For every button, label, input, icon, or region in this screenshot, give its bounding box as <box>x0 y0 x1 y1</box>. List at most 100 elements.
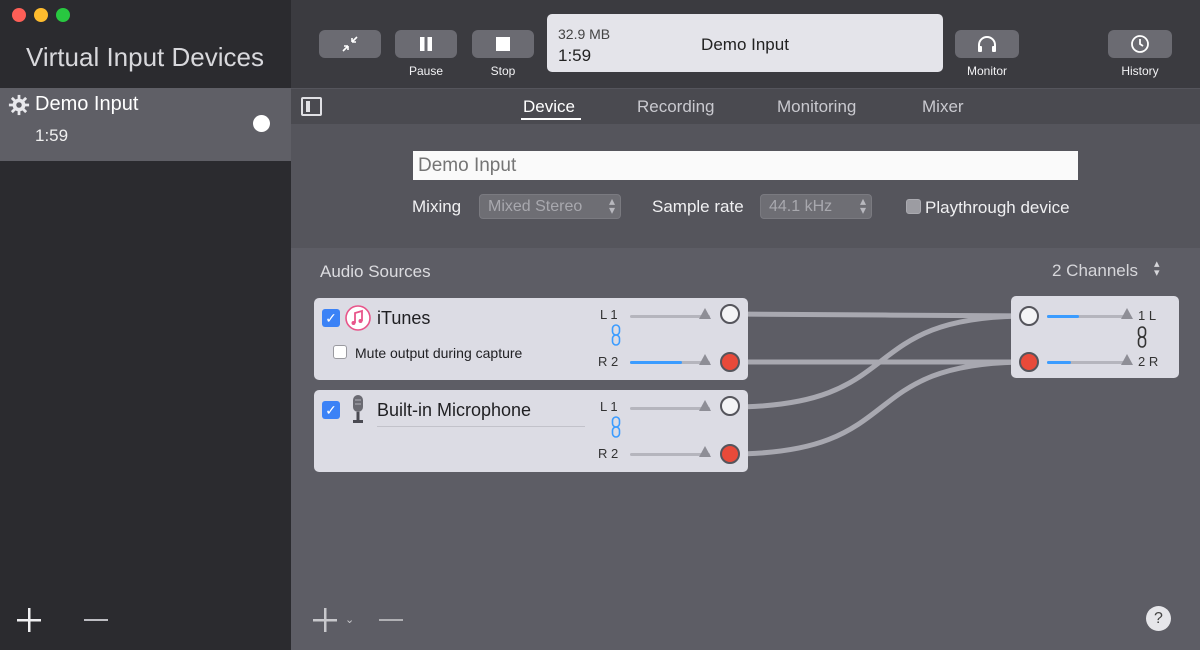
music-note-icon <box>345 305 371 331</box>
monitor-button[interactable] <box>955 30 1019 58</box>
wire-mic-l <box>730 313 1028 410</box>
input-port[interactable] <box>1019 306 1039 326</box>
sidebar-item-demo-input[interactable]: Demo Input 1:59 <box>0 88 291 161</box>
stop-icon <box>496 37 510 51</box>
device-name-input[interactable] <box>413 151 1078 180</box>
minimize-window-button[interactable] <box>34 8 48 22</box>
app-window: Virtual Input Devices Demo Input 1:59 Pa… <box>0 0 1200 650</box>
channel-label: L 1 <box>600 399 618 414</box>
volume-level <box>630 361 682 364</box>
mixing-label: Mixing <box>412 197 462 216</box>
source-microphone-checkbox[interactable]: ✓ <box>322 401 340 419</box>
volume-knob[interactable] <box>699 446 711 457</box>
link-icon[interactable] <box>611 416 621 438</box>
chevron-updown-icon: ▴ ▾ <box>608 194 615 217</box>
monitor-label: Monitor <box>966 64 1007 78</box>
chevron-down-icon[interactable]: ⌄ <box>345 613 354 626</box>
status-display: 32.9 MB 1:59 Demo Input <box>547 14 943 72</box>
add-device-button[interactable] <box>15 606 43 634</box>
close-window-button[interactable] <box>12 8 26 22</box>
audio-sources-panel: Audio Sources 2 Channels ▴ ▾ ✓ iTunes Mut… <box>291 248 1200 650</box>
chevron-updown-icon[interactable]: ▴ ▾ <box>1154 259 1160 279</box>
sample-rate-label: Sample rate <box>652 197 744 216</box>
remove-source-button[interactable] <box>377 606 405 634</box>
sidebar-item-time: 1:59 <box>35 126 69 145</box>
pause-button[interactable] <box>395 30 457 58</box>
channel-label: L 1 <box>600 307 618 322</box>
divider <box>377 426 585 427</box>
sidebar-toggle-icon[interactable] <box>301 97 322 116</box>
channel-volume-slider[interactable] <box>630 407 710 410</box>
wire-itunes-l <box>730 311 1028 319</box>
history-label: History <box>1121 64 1159 78</box>
channel-label: R 2 <box>598 446 619 461</box>
gear-icon[interactable] <box>8 94 30 116</box>
status-indicator <box>253 115 270 132</box>
tab-bar: Device Recording Monitoring Mixer <box>291 88 1200 124</box>
wire-mic-r <box>730 359 1028 457</box>
output-port[interactable] <box>720 396 740 416</box>
microphone-icon <box>353 395 363 423</box>
mixing-value: Mixed Stereo <box>488 198 583 215</box>
sidebar-item-label: Demo Input <box>35 93 139 115</box>
output-volume-slider[interactable] <box>1047 361 1131 364</box>
chevron-updown-icon: ▴ ▾ <box>859 194 866 217</box>
mute-output-label: Mute output during capture <box>355 345 523 361</box>
collapse-button[interactable] <box>319 30 381 58</box>
output-channel-label: 1 L <box>1138 308 1157 323</box>
input-port[interactable] <box>1019 352 1039 372</box>
remove-device-button[interactable] <box>82 606 110 634</box>
audio-sources-title: Audio Sources <box>320 262 431 281</box>
headphones-icon <box>978 36 996 52</box>
active-tab-indicator <box>521 118 581 120</box>
channel-volume-slider[interactable] <box>630 453 710 456</box>
display-device-name: Demo Input <box>701 35 789 54</box>
output-channel-label: 2 R <box>1138 354 1159 369</box>
output-port[interactable] <box>720 444 740 464</box>
source-itunes-name: iTunes <box>377 308 431 328</box>
add-source-button[interactable] <box>311 606 339 634</box>
channels-select[interactable]: 2 Channels <box>1052 261 1138 281</box>
stop-label: Stop <box>490 64 516 78</box>
tab-monitoring[interactable]: Monitoring <box>777 97 856 117</box>
clock-icon <box>1131 35 1149 53</box>
device-settings: Mixing Mixed Stereo ▴▾ Sample rate 44.1 … <box>291 124 1200 248</box>
pause-icon <box>420 37 432 51</box>
sample-rate-select[interactable]: 44.1 kHz ▴ ▾ <box>760 194 872 219</box>
playthrough-checkbox[interactable] <box>906 199 921 214</box>
tab-recording[interactable]: Recording <box>637 97 715 117</box>
source-itunes-checkbox[interactable]: ✓ <box>322 309 340 327</box>
source-built-in-microphone: ✓ Built-in Microphone L 1 R 2 <box>314 390 748 472</box>
history-button[interactable] <box>1108 30 1172 58</box>
sample-rate-value: 44.1 kHz <box>769 198 833 215</box>
tab-mixer[interactable]: Mixer <box>922 97 964 117</box>
playthrough-label: Playthrough device <box>925 198 1070 217</box>
channel-label: R 2 <box>598 354 619 369</box>
zoom-window-button[interactable] <box>56 8 70 22</box>
source-microphone-name: Built-in Microphone <box>377 400 532 420</box>
volume-knob[interactable] <box>699 308 711 319</box>
sidebar: Virtual Input Devices Demo Input 1:59 <box>0 0 291 650</box>
window-controls <box>12 8 70 22</box>
collapse-icon <box>342 36 358 52</box>
stop-button[interactable] <box>472 30 534 58</box>
channel-volume-slider[interactable] <box>630 315 710 318</box>
link-icon[interactable] <box>611 324 621 346</box>
mute-output-checkbox[interactable] <box>333 345 347 359</box>
help-button[interactable]: ? <box>1146 606 1171 631</box>
output-volume-slider[interactable] <box>1047 315 1131 318</box>
volume-knob[interactable] <box>699 354 711 365</box>
channel-volume-slider[interactable] <box>630 361 710 364</box>
volume-knob[interactable] <box>1121 308 1133 319</box>
mixing-select[interactable]: Mixed Stereo ▴ ▾ <box>479 194 621 219</box>
output-port[interactable] <box>720 304 740 324</box>
volume-level <box>1047 315 1079 318</box>
output-device: 1 L 2 R <box>1011 296 1179 378</box>
toolbar: Pause Stop 32.9 MB 1:59 Demo Input Monit… <box>291 0 1200 88</box>
link-icon[interactable] <box>1137 326 1147 348</box>
tab-device[interactable]: Device <box>523 97 575 117</box>
volume-knob[interactable] <box>1121 354 1133 365</box>
source-itunes: ✓ iTunes Mute output during capture L 1 … <box>314 298 748 380</box>
volume-knob[interactable] <box>699 400 711 411</box>
output-port[interactable] <box>720 352 740 372</box>
